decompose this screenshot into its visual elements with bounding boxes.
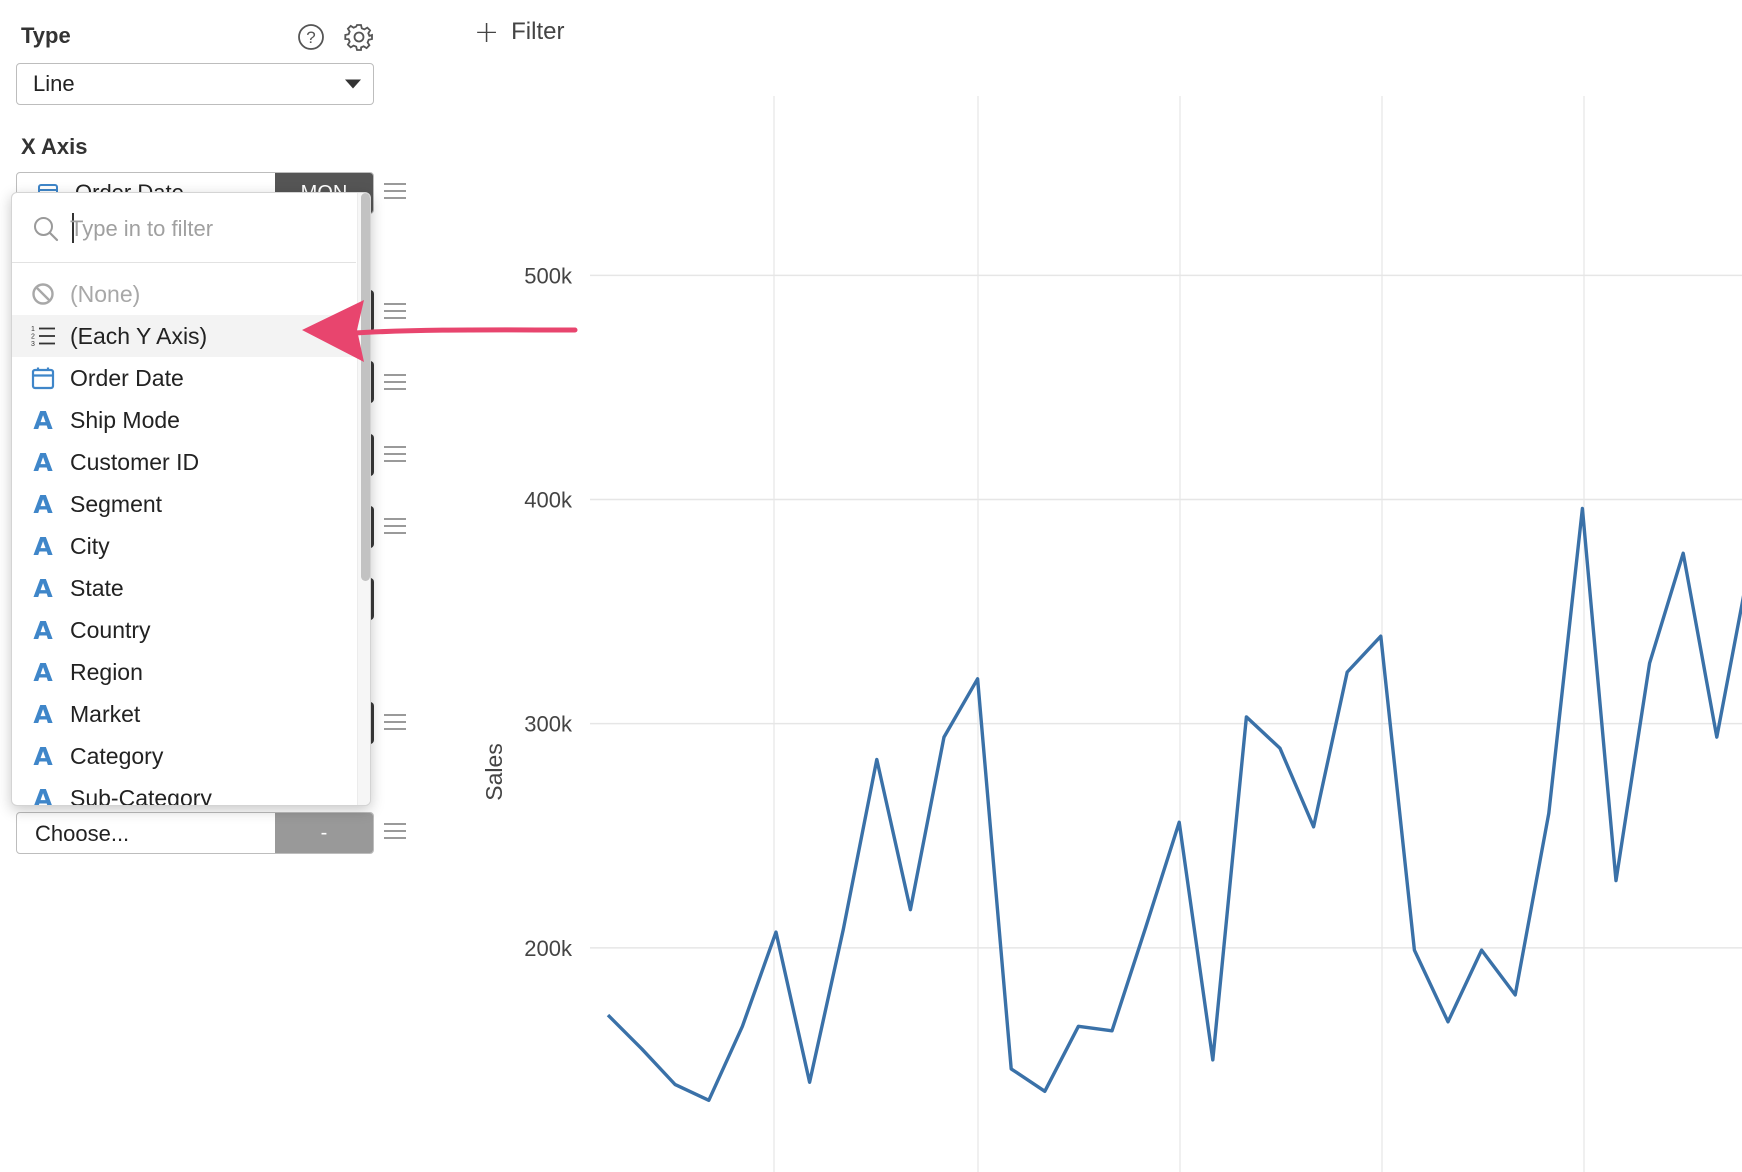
drag-handle-icon[interactable] (384, 183, 406, 201)
y-axis-label: Sales (481, 743, 507, 801)
chevron-down-icon (345, 79, 361, 89)
dropdown-item-country[interactable]: A Country (12, 609, 356, 651)
sales-series-line (606, 506, 1742, 1102)
chart-type-value: Line (33, 71, 75, 96)
text-type-icon: A (33, 741, 53, 771)
dropdown-item-order-date[interactable]: Order Date (12, 357, 356, 399)
x-axis-section-label: X Axis (21, 134, 88, 159)
svg-text:?: ? (306, 28, 315, 47)
dropdown-item-label: City (70, 532, 110, 559)
dropdown-item-label: (None) (70, 280, 141, 307)
drag-handle-icon[interactable] (384, 446, 406, 464)
dropdown-item-label: Segment (70, 490, 163, 517)
dropdown-item-label: Order Date (70, 364, 184, 391)
y-tick-label: 200k (524, 936, 573, 961)
search-icon (32, 215, 60, 248)
svg-text:3: 3 (31, 341, 35, 348)
choose-field-tag[interactable]: - (275, 813, 373, 853)
dropdown-item-customer-id[interactable]: A Customer ID (12, 441, 356, 483)
drag-handle-icon[interactable] (384, 303, 406, 321)
dropdown-field-list: (None) 123 (Each Y Axis) Order Date A Sh… (12, 273, 356, 806)
dropdown-item-region[interactable]: A Region (12, 651, 356, 693)
y-tick-label: 400k (524, 488, 573, 513)
text-type-icon: A (33, 531, 53, 561)
text-type-icon: A (33, 783, 53, 806)
chart-type-select[interactable]: Line (16, 63, 374, 105)
choose-field-placeholder: Choose... (35, 821, 130, 846)
calendar-icon (30, 365, 56, 391)
add-filter-button[interactable]: + Filter (474, 12, 564, 52)
dropdown-item-label: Category (70, 742, 164, 769)
drag-handle-icon[interactable] (384, 823, 406, 841)
dropdown-item-label: (Each Y Axis) (70, 322, 208, 349)
dropdown-item-label: Customer ID (70, 448, 200, 475)
dropdown-item-label: Region (70, 658, 143, 685)
dropdown-item-city[interactable]: A City (12, 525, 356, 567)
svg-text:1: 1 (31, 326, 35, 333)
type-section-label: Type (21, 23, 71, 48)
text-type-icon: A (33, 489, 53, 519)
plus-icon: + (474, 14, 500, 50)
drag-handle-icon[interactable] (384, 714, 406, 732)
choose-field-select[interactable]: Choose... - (16, 812, 374, 854)
text-type-icon: A (33, 699, 53, 729)
question-circle-icon[interactable]: ? (296, 22, 326, 52)
dropdown-item-sub-category[interactable]: A Sub-Category (12, 777, 356, 806)
filter-label: Filter (511, 18, 565, 45)
dropdown-item-none[interactable]: (None) (12, 273, 356, 315)
dropdown-item-label: Sub-Category (70, 784, 212, 806)
text-type-icon: A (33, 615, 53, 645)
text-type-icon: A (33, 573, 53, 603)
dropdown-item-label: State (70, 574, 124, 601)
drag-handle-icon[interactable] (384, 374, 406, 392)
dropdown-item-state[interactable]: A State (12, 567, 356, 609)
dropdown-item-each-y-axis[interactable]: 123 (Each Y Axis) (12, 315, 356, 357)
dropdown-item-label: Ship Mode (70, 406, 180, 433)
dropdown-item-ship-mode[interactable]: A Ship Mode (12, 399, 356, 441)
field-dropdown-menu: (None) 123 (Each Y Axis) Order Date A Sh… (11, 192, 371, 806)
y-tick-label: 300k (524, 712, 573, 737)
dropdown-item-segment[interactable]: A Segment (12, 483, 356, 525)
dropdown-search-box (12, 193, 356, 263)
numbered-list-icon: 123 (30, 323, 56, 349)
text-type-icon: A (33, 447, 53, 477)
text-type-icon: A (33, 657, 53, 687)
svg-text:2: 2 (31, 334, 35, 341)
dropdown-item-category[interactable]: A Category (12, 735, 356, 777)
dropdown-scrollbar[interactable] (357, 193, 370, 805)
dropdown-item-market[interactable]: A Market (12, 693, 356, 735)
none-circle-icon (30, 281, 56, 307)
drag-handle-icon[interactable] (384, 518, 406, 536)
dropdown-filter-input[interactable] (70, 211, 340, 247)
dropdown-scroll-thumb[interactable] (361, 193, 370, 581)
dropdown-item-label: Market (70, 700, 141, 727)
gear-icon[interactable] (344, 22, 374, 52)
text-type-icon: A (33, 405, 53, 435)
y-tick-label: 500k (524, 263, 573, 288)
dropdown-item-label: Country (70, 616, 151, 643)
